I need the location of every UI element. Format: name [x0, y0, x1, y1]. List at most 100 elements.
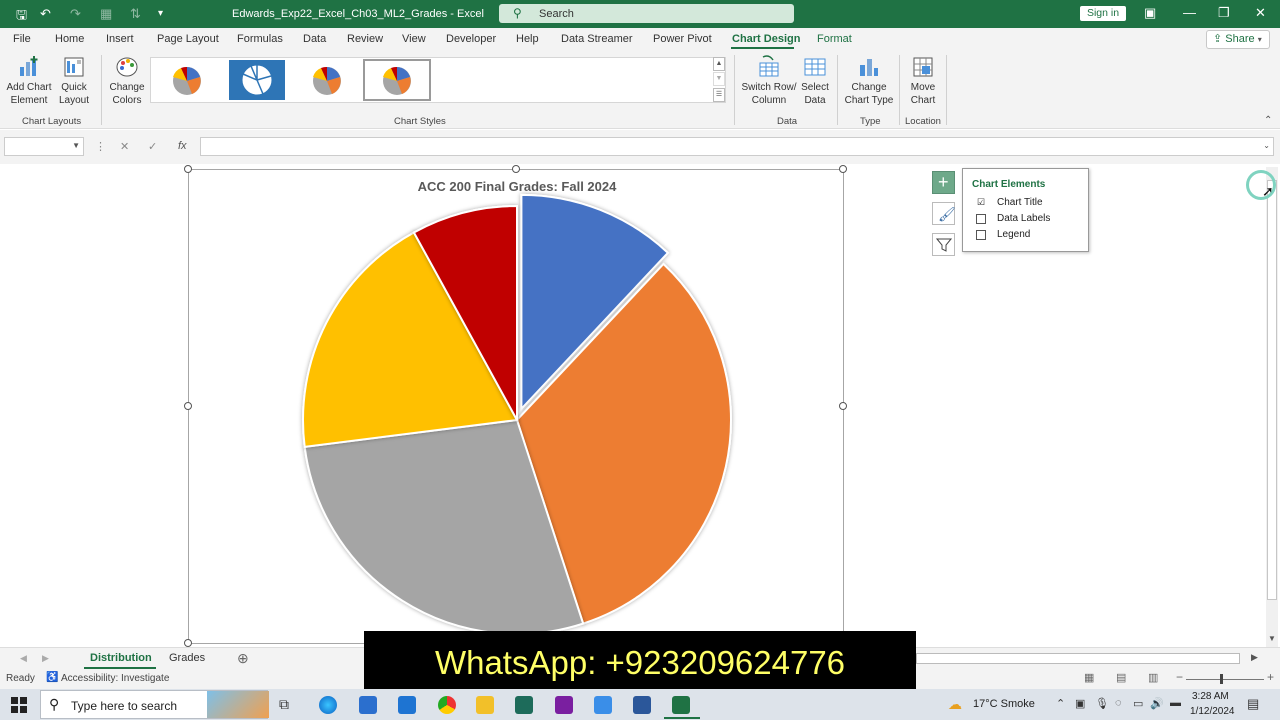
switch-row-column-button[interactable]: Switch Row/ Column [740, 55, 798, 107]
chart-style-4-selected[interactable] [363, 59, 431, 101]
chart-elements-button[interactable]: + [932, 171, 955, 194]
format-painter-icon[interactable]: ▦ [100, 6, 112, 22]
tab-review[interactable]: Review [347, 33, 383, 45]
search-box[interactable]: ⚲ Search [499, 4, 794, 23]
weather-text[interactable]: 17°C Smoke [973, 698, 1035, 710]
tab-view[interactable]: View [402, 33, 426, 45]
file-explorer-icon[interactable] [476, 696, 494, 714]
tab-page-layout[interactable]: Page Layout [157, 33, 219, 45]
pie-plot-area[interactable] [189, 170, 845, 645]
clock-time[interactable]: 3:28 AM [1192, 691, 1229, 702]
tray-chevron-icon[interactable]: ⌃ [1056, 697, 1065, 710]
page-break-view-icon[interactable]: ▥ [1148, 671, 1158, 684]
taskbar-search-box[interactable]: ⚲ Type here to search [40, 690, 269, 719]
chrome-icon[interactable] [438, 696, 456, 714]
save-icon[interactable]: 🖫 [16, 6, 27, 28]
data-labels-checkbox[interactable] [976, 214, 986, 224]
resize-handle[interactable] [512, 165, 520, 173]
volume-icon[interactable]: 🔊 [1150, 697, 1164, 710]
chart-style-2[interactable] [229, 60, 285, 100]
app-icon[interactable] [594, 696, 612, 714]
share-button[interactable]: ⇪ Share ▾ [1206, 30, 1270, 49]
change-colors-button[interactable]: Change Colors [106, 55, 148, 107]
change-chart-type-button[interactable]: Change Chart Type [844, 55, 894, 107]
page-layout-view-icon[interactable]: ▤ [1116, 671, 1126, 684]
battery-icon[interactable]: ▭ [1133, 697, 1143, 710]
expand-formula-icon[interactable]: ⌄ [1263, 141, 1270, 150]
chart-style-1[interactable] [159, 60, 215, 100]
gallery-scroll-up-icon[interactable]: ▲ [713, 57, 725, 71]
resize-handle[interactable] [839, 402, 847, 410]
sign-in-button[interactable]: Sign in [1080, 6, 1126, 21]
quick-layout-button[interactable]: Quick Layout [54, 55, 94, 107]
tab-formulas[interactable]: Formulas [237, 33, 283, 45]
tab-power-pivot[interactable]: Power Pivot [653, 33, 712, 45]
mail-icon[interactable] [398, 696, 416, 714]
tab-data-streamer[interactable]: Data Streamer [561, 33, 633, 45]
gallery-scroll-down-icon[interactable]: ▼ [713, 72, 725, 86]
notifications-icon[interactable]: ▤ [1247, 696, 1259, 712]
undo-icon[interactable]: ↶ [40, 6, 51, 22]
chart-title-checkbox[interactable]: ☑ [976, 198, 986, 208]
chart-filters-button[interactable] [932, 233, 955, 256]
tab-insert[interactable]: Insert [106, 33, 134, 45]
accessibility-status[interactable]: Accessibility: Investigate [61, 673, 169, 684]
resize-handle[interactable] [184, 402, 192, 410]
chart-title-option[interactable]: Chart Title [997, 197, 1043, 208]
app-icon[interactable] [515, 696, 533, 714]
tab-format[interactable]: Format [817, 33, 852, 45]
winrar-icon[interactable] [555, 696, 573, 714]
accessibility-icon[interactable]: ♿ [46, 672, 58, 683]
formula-input[interactable]: ⌄ [200, 137, 1274, 156]
windows-start-icon[interactable] [11, 697, 27, 713]
zoom-slider-thumb[interactable] [1220, 674, 1223, 684]
chart-area[interactable]: ACC 200 Final Grades: Fall 2024 [188, 169, 844, 644]
add-sheet-icon[interactable]: ⊕ [237, 650, 249, 667]
ribbon-display-icon[interactable]: ▣ [1144, 5, 1156, 21]
zoom-slider[interactable] [1186, 679, 1264, 680]
zoom-out-icon[interactable]: − [1176, 670, 1183, 684]
word-icon[interactable] [633, 696, 651, 714]
tray-app-icon[interactable]: ▣ [1075, 697, 1085, 710]
excel-icon[interactable] [672, 696, 690, 714]
legend-checkbox[interactable] [976, 230, 986, 240]
resize-handle[interactable] [184, 165, 192, 173]
gallery-more-icon[interactable]: ☰ [713, 88, 725, 102]
tab-developer[interactable]: Developer [446, 33, 496, 45]
minimize-icon[interactable]: — [1183, 5, 1196, 20]
zoom-in-icon[interactable]: + [1267, 670, 1274, 684]
restore-icon[interactable]: ❐ [1218, 5, 1230, 21]
sort-icon[interactable]: ⇅ [130, 6, 141, 22]
customize-qat-icon[interactable]: ▾ [158, 8, 163, 19]
move-chart-button[interactable]: Move Chart [905, 55, 941, 107]
tab-home[interactable]: Home [55, 33, 84, 45]
chart-styles-button[interactable]: 🖌 [932, 202, 956, 225]
name-box[interactable]: ▼ [4, 137, 84, 156]
insert-function-icon[interactable]: fx [178, 140, 187, 152]
microphone-icon[interactable]: 🎙 [1095, 697, 1109, 710]
scroll-right-icon[interactable]: ▶ [1251, 652, 1258, 663]
next-sheet-icon[interactable]: ▶ [42, 653, 49, 664]
legend-option[interactable]: Legend [997, 229, 1030, 240]
tab-data[interactable]: Data [303, 33, 326, 45]
clock-date[interactable]: 1/12/2024 [1190, 706, 1235, 717]
add-chart-element-button[interactable]: Add Chart Element [6, 55, 52, 107]
tab-chart-design[interactable]: Chart Design [732, 33, 800, 45]
close-icon[interactable]: ✕ [1255, 5, 1266, 21]
select-data-button[interactable]: Select Data [799, 55, 831, 107]
task-view-icon[interactable]: ⧉ [279, 696, 289, 713]
sheet-tab-grades[interactable]: Grades [169, 652, 205, 664]
data-labels-option[interactable]: Data Labels [997, 213, 1050, 224]
sheet-tab-distribution[interactable]: Distribution [90, 652, 152, 664]
resize-handle[interactable] [839, 165, 847, 173]
redo-icon[interactable]: ↷ [70, 6, 81, 22]
resize-handle[interactable] [184, 639, 192, 647]
enter-icon[interactable]: ✓ [148, 140, 157, 153]
normal-view-icon[interactable]: ▦ [1084, 671, 1094, 684]
prev-sheet-icon[interactable]: ◀ [20, 653, 27, 664]
store-icon[interactable] [359, 696, 377, 714]
tab-help[interactable]: Help [516, 33, 539, 45]
collapse-ribbon-icon[interactable]: ⌃ [1264, 115, 1272, 126]
tab-file[interactable]: File [13, 33, 31, 45]
name-box-dropdown-icon[interactable]: ▼ [72, 141, 80, 150]
